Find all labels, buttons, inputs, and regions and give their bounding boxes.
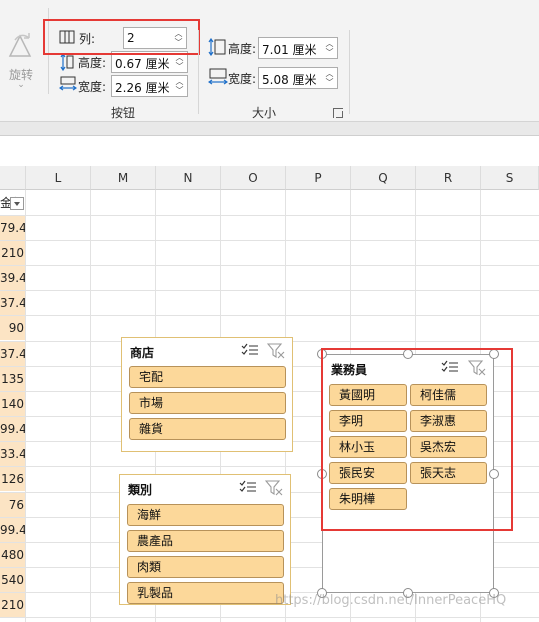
- amount-cell[interactable]: 140: [0, 392, 25, 416]
- slicer-item[interactable]: 宅配: [129, 366, 286, 388]
- filter-dropdown-icon[interactable]: [10, 197, 24, 210]
- amount-cell[interactable]: 480: [0, 543, 25, 567]
- chevron-down-icon: ⌄: [17, 80, 25, 90]
- amount-cell[interactable]: 37.4: [0, 291, 25, 315]
- clear-filter-icon[interactable]: [267, 343, 285, 359]
- category-slicer-title: 類別: [128, 483, 153, 497]
- amount-cell[interactable]: 126: [0, 467, 25, 491]
- shape-height-icon: [208, 38, 226, 56]
- column-header-s[interactable]: S: [481, 166, 539, 190]
- ribbon: 旋转 ⌄ 列: 2 ︿ ﹀ 高度: 0.67 厘米 ︿ ﹀ 宽度: 2.26 厘米 …: [0, 0, 539, 122]
- slicer-item[interactable]: 海鮮: [127, 504, 284, 526]
- column-header-l[interactable]: L: [26, 166, 91, 190]
- shape-height-value: 7.01 厘米: [262, 43, 317, 57]
- multi-select-icon[interactable]: [241, 343, 259, 357]
- amount-cell[interactable]: 99.4: [0, 417, 25, 441]
- amount-cell[interactable]: 210: [0, 593, 25, 617]
- store-slicer-title: 商店: [130, 346, 155, 360]
- multi-select-icon[interactable]: [239, 480, 257, 494]
- button-width-spinner[interactable]: 2.26 厘米 ︿ ﹀: [111, 75, 188, 97]
- column-header-m[interactable]: M: [91, 166, 156, 190]
- button-width-value: 2.26 厘米: [115, 81, 170, 95]
- slicer-item[interactable]: 雜貨: [129, 418, 286, 440]
- slicer-item[interactable]: 農產品: [127, 530, 284, 552]
- separator: [198, 30, 199, 114]
- store-slicer[interactable]: 商店 宅配 市場 雜貨: [121, 337, 293, 452]
- highlight-box: [321, 348, 513, 531]
- shape-width-icon: [208, 68, 228, 85]
- column-header-p[interactable]: P: [286, 166, 351, 190]
- spinner-arrows-icon[interactable]: ︿ ﹀: [175, 53, 184, 71]
- amount-cell[interactable]: 540: [0, 568, 25, 592]
- category-slicer[interactable]: 類別 海鮮 農產品 肉類 乳製品: [119, 474, 291, 605]
- shape-height-label: 高度:: [228, 42, 257, 56]
- separator: [349, 30, 350, 114]
- column-header-o[interactable]: O: [221, 166, 286, 190]
- shape-width-spinner[interactable]: 5.08 厘米 ︿ ﹀: [258, 67, 338, 89]
- clear-filter-icon[interactable]: [265, 480, 283, 496]
- amount-cell[interactable]: 76: [0, 493, 25, 517]
- column-header-n[interactable]: N: [156, 166, 221, 190]
- shape-width-value: 5.08 厘米: [262, 73, 317, 87]
- slicer-item[interactable]: 乳製品: [127, 582, 284, 604]
- watermark: https://blog.csdn.net/InnerPeaceHQ: [275, 593, 507, 608]
- shape-height-spinner[interactable]: 7.01 厘米 ︿ ﹀: [258, 37, 338, 59]
- button-height-label: 高度:: [78, 56, 107, 70]
- rotate-button[interactable]: 旋转 ⌄: [4, 28, 38, 92]
- spinner-arrows-icon[interactable]: ︿ ﹀: [325, 39, 334, 57]
- button-width-icon: [59, 76, 77, 91]
- amount-cell[interactable]: 135: [0, 367, 25, 391]
- amount-cell[interactable]: 39.4: [0, 266, 25, 290]
- amount-cell[interactable]: 37.4: [0, 342, 25, 366]
- button-height-icon: [60, 53, 74, 71]
- shape-width-label: 宽度:: [228, 72, 257, 86]
- column-header-corner[interactable]: [0, 166, 26, 190]
- formula-bar-strip: [0, 122, 539, 136]
- dialog-launcher-icon[interactable]: [333, 108, 343, 118]
- slicer-item[interactable]: 肉類: [127, 556, 284, 578]
- amount-cell[interactable]: 79.4: [0, 216, 25, 240]
- amount-cell[interactable]: 210: [0, 241, 25, 265]
- button-height-value: 0.67 厘米: [115, 57, 170, 71]
- amount-cell[interactable]: 90: [0, 316, 25, 340]
- group-label-buttons: 按钮: [111, 106, 136, 120]
- spinner-arrows-icon[interactable]: ︿ ﹀: [325, 69, 334, 87]
- amount-cell[interactable]: 99.4: [0, 518, 25, 542]
- rotate-icon: [8, 33, 32, 57]
- column-header-q[interactable]: Q: [351, 166, 416, 190]
- amount-cell[interactable]: 33.4: [0, 442, 25, 466]
- slicer-item[interactable]: 市場: [129, 392, 286, 414]
- highlight-box: [43, 19, 200, 55]
- spinner-arrows-icon[interactable]: ︿ ﹀: [175, 77, 184, 95]
- column-header-r[interactable]: R: [416, 166, 481, 190]
- group-label-size: 大小: [252, 106, 277, 120]
- button-width-label: 宽度:: [78, 80, 107, 94]
